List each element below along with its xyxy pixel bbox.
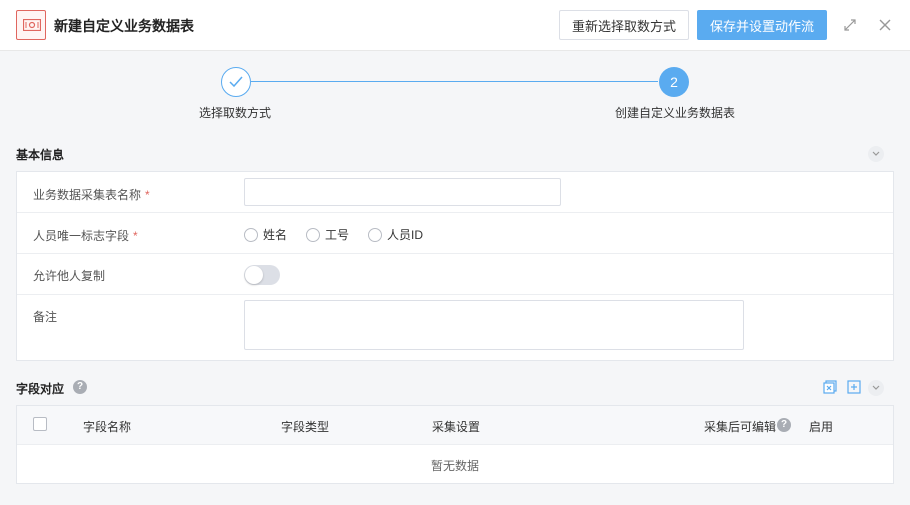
table-name-row: 业务数据采集表名称 * xyxy=(17,172,893,213)
empty-state-text: 暂无数据 xyxy=(430,459,479,473)
basic-info-title: 基本信息 xyxy=(16,148,65,162)
column-enabled: 启用 xyxy=(809,420,834,434)
table-name-label: 业务数据采集表名称 * xyxy=(33,188,150,202)
radio-person-id[interactable]: 人员ID xyxy=(368,226,423,243)
step-1-label: 选择取数方式 xyxy=(199,106,272,120)
question-icon[interactable]: ? xyxy=(73,380,87,394)
id-field-label: 人员唯一标志字段 * xyxy=(33,229,138,243)
field-mapping-collapse-button[interactable] xyxy=(868,380,884,396)
step-2-circle: 2 xyxy=(659,67,689,97)
question-icon[interactable]: ? xyxy=(777,418,791,432)
basic-info-form: 业务数据采集表名称 * 人员唯一标志字段 * 姓名 工号 人员ID 允许他人复制 备… xyxy=(16,171,894,361)
allow-copy-label: 允许他人复制 xyxy=(33,269,106,283)
field-mapping-title: 字段对应 xyxy=(16,382,65,396)
radio-name[interactable]: 姓名 xyxy=(244,226,287,243)
dialog-header: 新建自定义业务数据表 重新选择取数方式 保存并设置动作流 xyxy=(0,0,910,51)
remark-textarea[interactable] xyxy=(244,300,744,350)
column-field-type: 字段类型 xyxy=(281,420,330,434)
save-and-setup-flow-button[interactable]: 保存并设置动作流 xyxy=(697,10,827,40)
money-bill-icon xyxy=(16,10,46,40)
select-all-checkbox[interactable] xyxy=(33,417,47,431)
step-1-circle xyxy=(221,67,251,97)
radio-circle xyxy=(244,227,258,242)
step-2-label: 创建自定义业务数据表 xyxy=(615,106,736,120)
basic-info-collapse-button[interactable] xyxy=(868,146,884,162)
column-editable-after-collect: 采集后可编辑 xyxy=(704,420,777,434)
table-name-input[interactable] xyxy=(244,178,561,206)
check-icon xyxy=(229,76,243,88)
table-header: 字段名称 字段类型 采集设置 采集后可编辑 ? 启用 xyxy=(17,406,893,445)
allow-copy-toggle[interactable] xyxy=(244,265,280,285)
chevron-down-icon xyxy=(872,151,880,156)
expand-icon[interactable] xyxy=(842,17,858,33)
column-collect-settings: 采集设置 xyxy=(432,420,481,434)
radio-circle xyxy=(368,227,382,242)
toggle-knob xyxy=(245,266,263,284)
import-icon[interactable] xyxy=(823,380,837,394)
allow-copy-row: 允许他人复制 xyxy=(17,254,893,295)
chevron-down-icon xyxy=(872,385,880,390)
add-icon[interactable] xyxy=(847,380,861,394)
dialog-title: 新建自定义业务数据表 xyxy=(54,18,194,34)
id-field-row: 人员唯一标志字段 * 姓名 工号 人员ID xyxy=(17,213,893,254)
radio-circle xyxy=(306,227,320,242)
remark-label: 备注 xyxy=(33,310,58,324)
step-connector xyxy=(251,81,658,82)
field-mapping-table: 字段名称 字段类型 采集设置 采集后可编辑 ? 启用 暂无数据 xyxy=(16,405,894,484)
remark-row: 备注 xyxy=(17,295,893,360)
column-field-name: 字段名称 xyxy=(83,420,132,434)
reselect-method-button[interactable]: 重新选择取数方式 xyxy=(559,10,689,40)
radio-employee-id[interactable]: 工号 xyxy=(306,226,349,243)
close-icon[interactable] xyxy=(877,17,893,33)
